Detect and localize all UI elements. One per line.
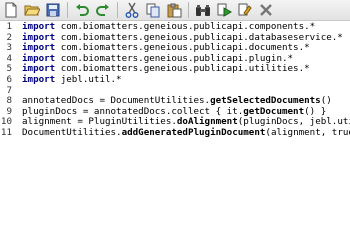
code-keyword: import xyxy=(22,22,56,32)
code-keyword: import xyxy=(22,63,56,75)
code-editor[interactable]: 1 import com.biomatters.geneious.publicap… xyxy=(0,22,350,202)
close-button[interactable] xyxy=(257,1,275,19)
code-method: getSelectedDocuments xyxy=(210,95,321,107)
code-method: doAlignment xyxy=(176,116,238,128)
save-file-button[interactable] xyxy=(44,1,62,19)
code-text: jebl.util.* xyxy=(55,73,122,85)
code-text: com.biomatters.geneious.publicapi.utilit… xyxy=(55,63,310,75)
copy-icon xyxy=(146,3,159,17)
code-text: alignment = PluginUtilities. xyxy=(22,116,177,128)
new-file-icon xyxy=(5,2,17,18)
save-file-icon xyxy=(46,3,60,17)
redo-icon xyxy=(96,4,109,16)
paste-icon xyxy=(167,3,181,17)
compile-icon xyxy=(238,3,252,16)
find-button[interactable] xyxy=(194,1,212,19)
copy-button[interactable] xyxy=(144,1,162,19)
undo-icon xyxy=(76,4,89,16)
code-line: 6 import jebl.util.* xyxy=(0,73,350,86)
code-text: () xyxy=(320,95,332,107)
code-text: pluginDocs = annotatedDocs.collect { it. xyxy=(22,105,244,117)
toolbar-separator xyxy=(117,2,118,18)
toolbar-separator xyxy=(188,2,189,18)
code-text: com.biomatters.geneious.publicapi.databa… xyxy=(55,31,343,43)
code-keyword: import xyxy=(22,42,56,54)
binoculars-icon xyxy=(196,4,210,16)
code-text: com.biomatters.geneious.publicapi.plugin… xyxy=(55,52,294,64)
open-file-button[interactable] xyxy=(23,1,41,19)
code-method: addGeneratedPluginDocument xyxy=(121,126,266,138)
run-button[interactable] xyxy=(215,1,233,19)
compile-button[interactable] xyxy=(236,1,254,19)
line-number: 1 xyxy=(6,22,12,32)
code-keyword: import xyxy=(22,31,56,43)
toolbar-separator xyxy=(67,2,68,18)
code-method: getDocument xyxy=(243,105,305,117)
undo-button[interactable] xyxy=(73,1,91,19)
close-icon xyxy=(260,4,272,16)
code-text: com.biomatters.geneious.publicapi.docume… xyxy=(55,42,310,54)
open-file-icon xyxy=(24,5,40,16)
line-number: 6 xyxy=(6,73,12,85)
code-text: com.biomatters.geneious.publicapi.compon… xyxy=(55,22,316,32)
code-text: annotatedDocs = DocumentUtilities. xyxy=(22,95,211,107)
new-file-button[interactable] xyxy=(2,1,20,19)
code-text: (alignment, true) xyxy=(265,126,350,138)
code-keyword: import xyxy=(22,73,56,85)
redo-button[interactable] xyxy=(94,1,112,19)
code-text: () } xyxy=(304,105,327,117)
cut-button[interactable] xyxy=(123,1,141,19)
run-icon xyxy=(217,3,232,17)
code-line: 11 DocumentUtilities.addGeneratedPluginDo… xyxy=(0,126,350,139)
code-keyword: import xyxy=(22,52,56,64)
paste-button[interactable] xyxy=(165,1,183,19)
code-text: (pluginDocs, jebl.util.Pr xyxy=(237,116,350,128)
line-number: 11 xyxy=(0,126,12,138)
code-text: DocumentUtilities. xyxy=(22,126,122,138)
cut-icon xyxy=(125,2,139,18)
toolbar xyxy=(0,0,350,21)
